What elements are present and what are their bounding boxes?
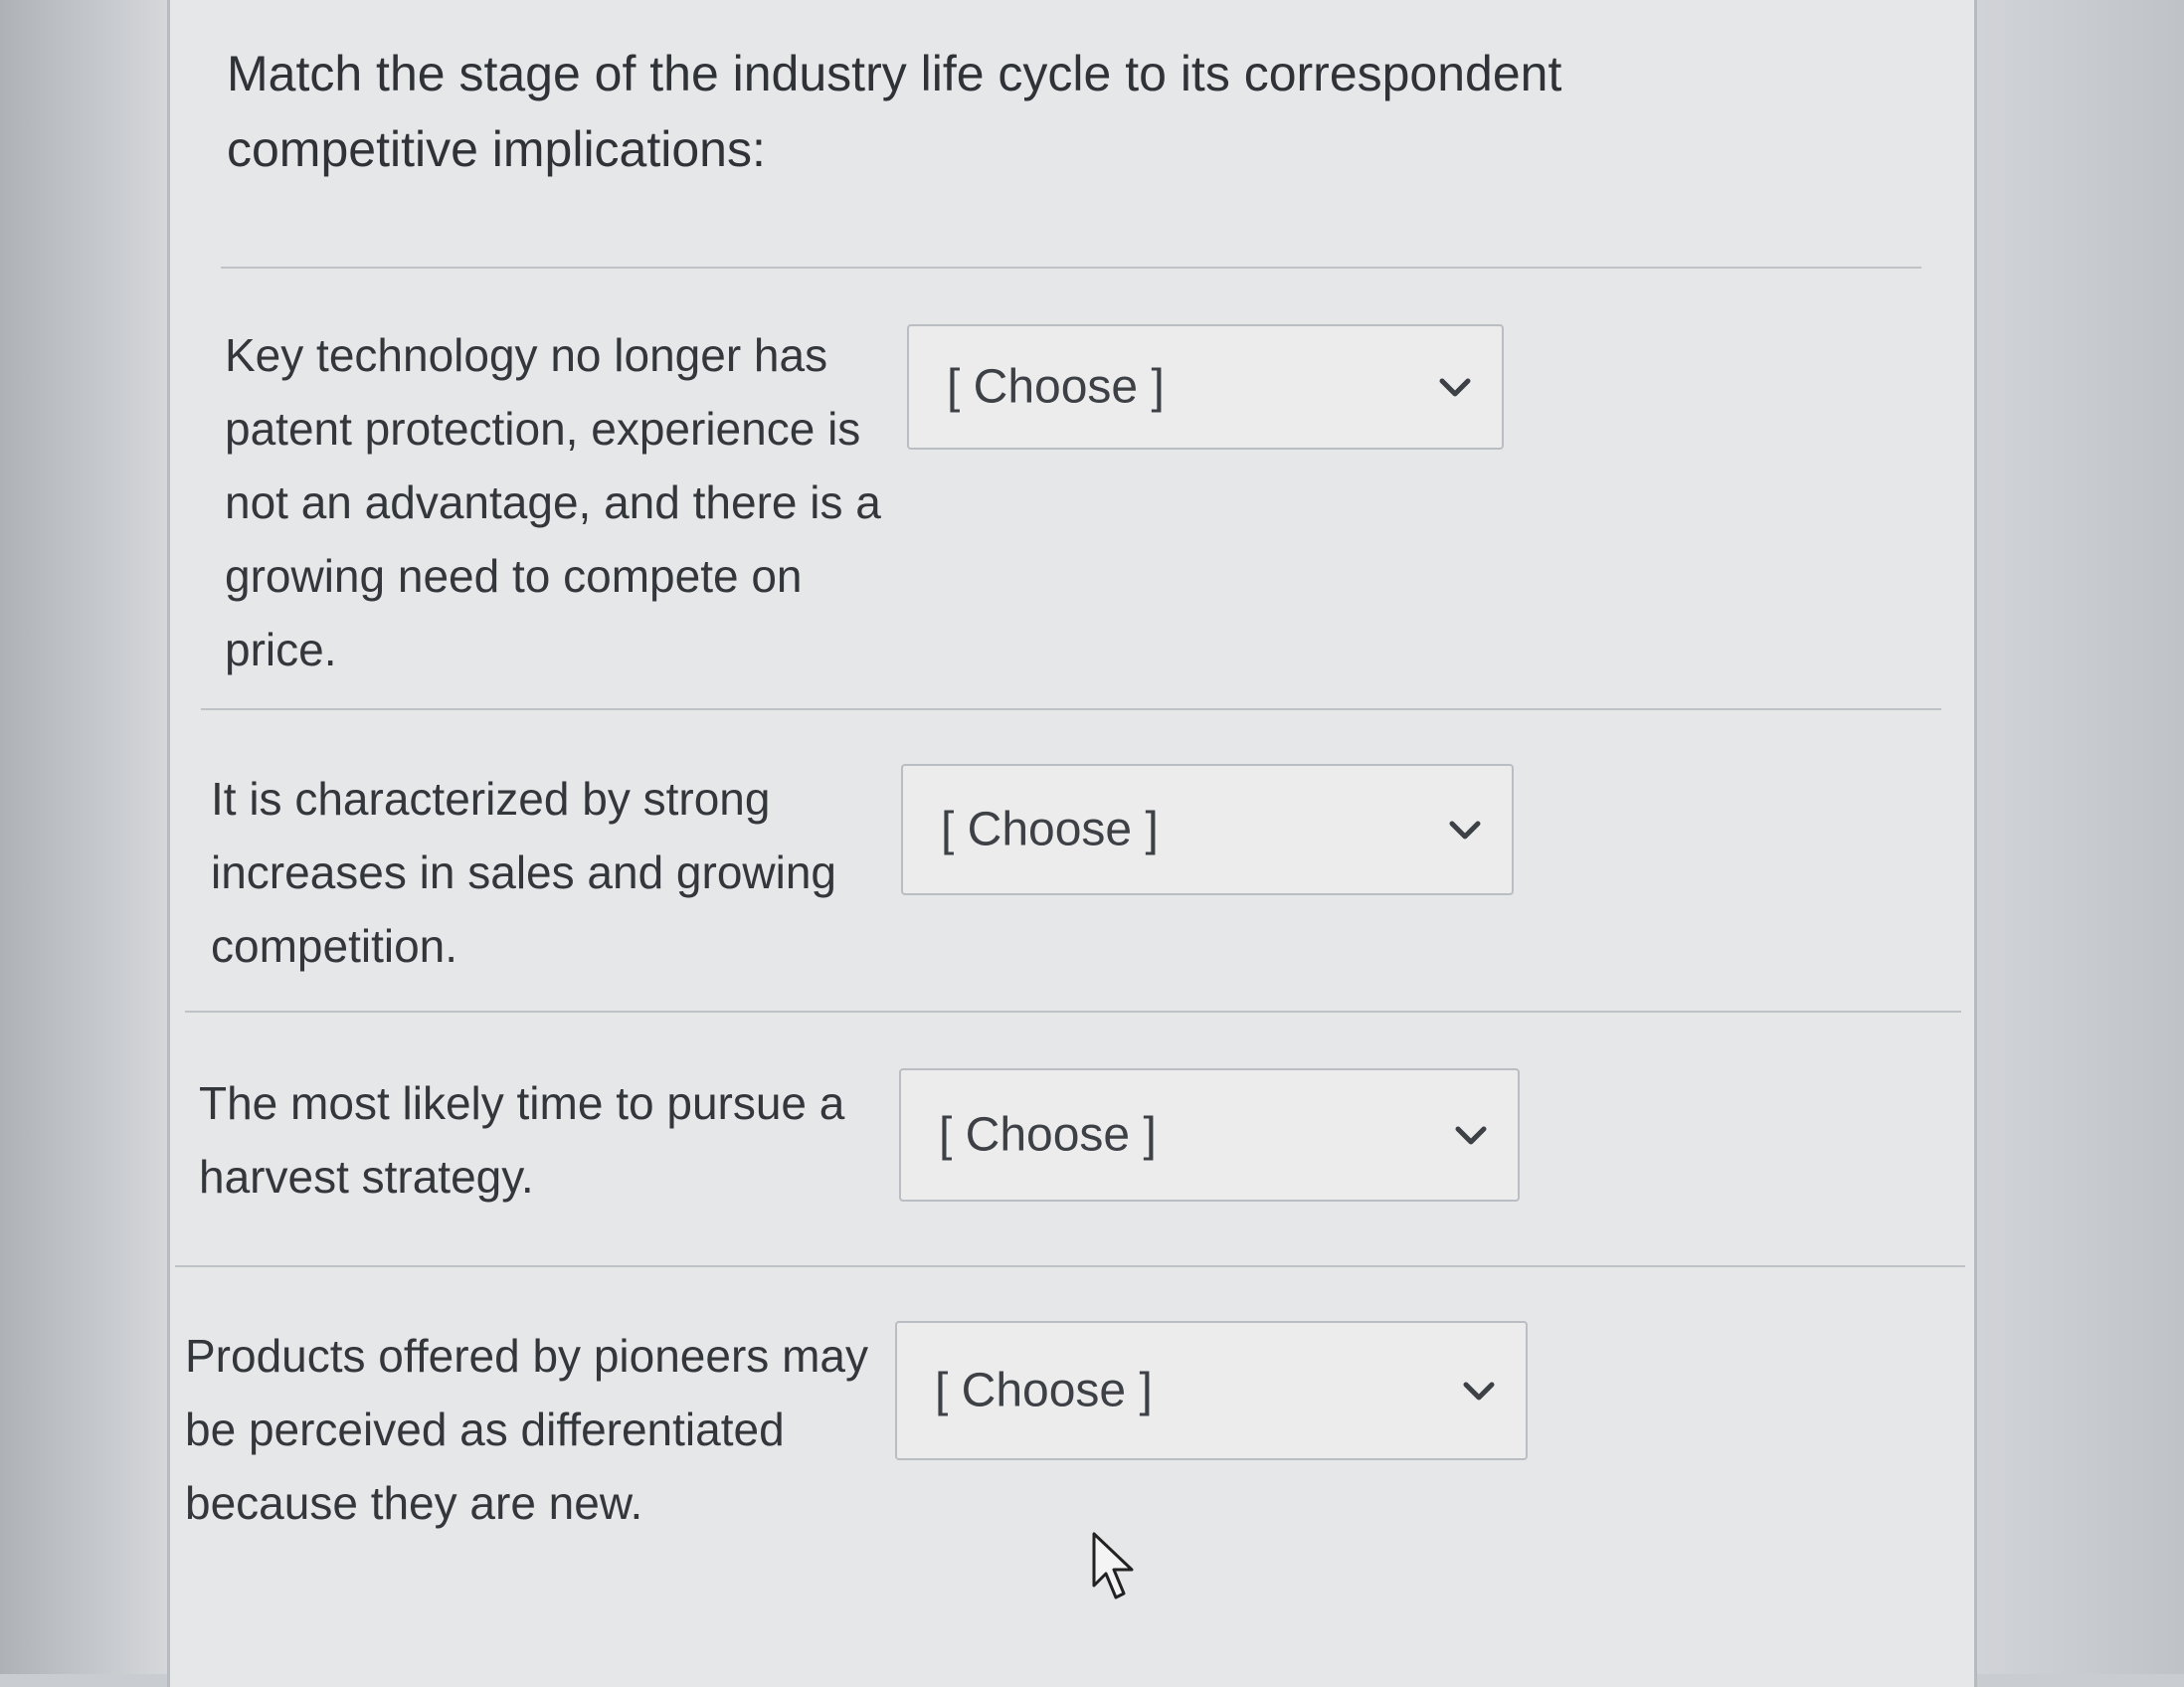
select-value-1: [ Choose ] <box>947 360 1165 414</box>
match-prompt-4: Products offered by pioneers may be perc… <box>185 1330 868 1529</box>
select-value-2: [ Choose ] <box>941 803 1159 856</box>
chevron-down-icon <box>1439 378 1471 397</box>
row-divider-1 <box>201 708 1941 710</box>
answer-select-1[interactable]: [ Choose ] <box>907 324 1504 450</box>
answer-select-3[interactable]: [ Choose ] <box>899 1068 1520 1202</box>
question-title: Match the stage of the industry life cyc… <box>227 46 1562 177</box>
select-value-3: [ Choose ] <box>939 1108 1157 1162</box>
match-prompt-2: It is characterized by strong increases … <box>211 773 837 972</box>
chevron-down-icon <box>1449 821 1481 840</box>
mouse-pointer-icon <box>1092 1532 1134 1599</box>
row-divider-2 <box>185 1011 1961 1013</box>
chevron-down-icon <box>1455 1126 1487 1145</box>
match-prompt-3: The most likely time to pursue a harvest… <box>199 1077 845 1203</box>
row-divider-3 <box>175 1265 1965 1267</box>
match-prompt-1: Key technology no longer has patent prot… <box>225 329 881 675</box>
answer-select-4[interactable]: [ Choose ] <box>895 1321 1528 1460</box>
answer-select-2[interactable]: [ Choose ] <box>901 764 1514 895</box>
question-divider <box>221 267 1921 269</box>
select-value-4: [ Choose ] <box>935 1364 1153 1417</box>
chevron-down-icon <box>1463 1382 1495 1401</box>
